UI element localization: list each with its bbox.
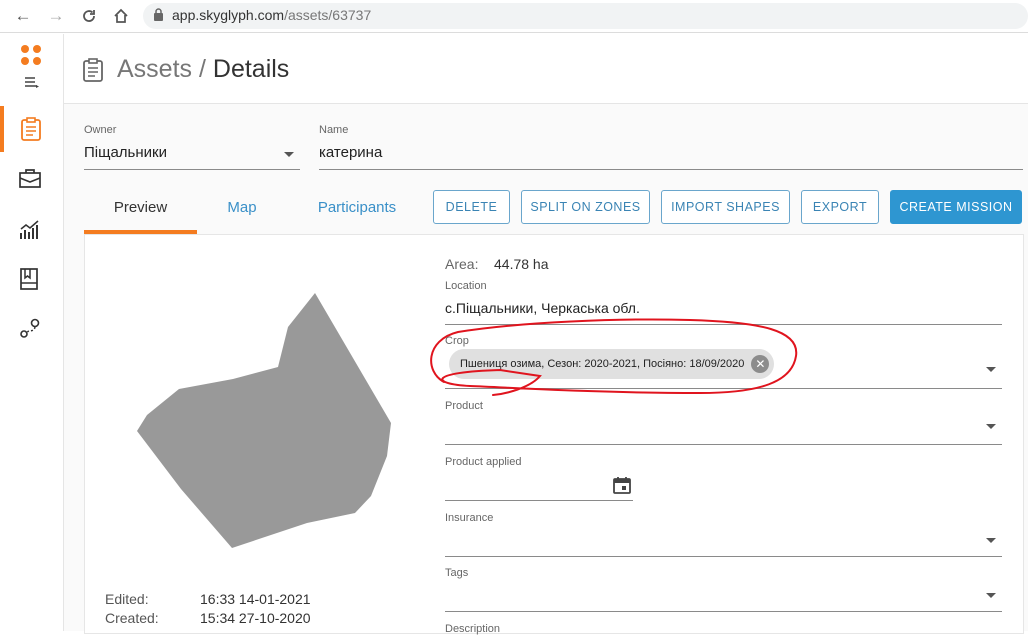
remove-chip-icon[interactable]: ✕ [751, 355, 770, 373]
crop-label: Crop [445, 335, 469, 347]
owner-select[interactable]: Owner Піщальники [84, 124, 300, 170]
sidebar-item-assets[interactable] [0, 106, 64, 152]
tab-participants[interactable]: Participants [307, 190, 407, 234]
delete-button[interactable]: DELETE [433, 190, 510, 224]
insurance-dropdown-icon[interactable] [986, 538, 996, 543]
sidebar-item-analytics[interactable] [0, 206, 64, 252]
sidebar-item-missions[interactable] [0, 156, 64, 202]
product-select[interactable]: Product [445, 400, 1002, 445]
clipboard-icon [83, 58, 103, 82]
crop-chip[interactable]: Пшениця озима, Сезон: 2020-2021, Посіяно… [449, 349, 775, 379]
owner-dropdown-icon[interactable] [284, 152, 294, 157]
sidebar-item-reports[interactable] [0, 256, 64, 302]
route-icon [20, 318, 40, 338]
tags-select[interactable]: Tags [445, 567, 1002, 612]
address-bar[interactable]: app.skyglyph.com/assets/63737 [143, 3, 1028, 29]
tab-map[interactable]: Map [197, 190, 287, 234]
clipboard-icon [21, 117, 41, 141]
page-header: Assets / Details [64, 34, 1028, 104]
notebook-icon [20, 268, 38, 290]
owner-value: Піщальники [84, 144, 167, 161]
analytics-icon [20, 220, 39, 239]
back-arrow-icon[interactable]: ← [12, 5, 34, 27]
product-applied-field[interactable]: Product applied [445, 456, 633, 501]
sidebar-item-routes[interactable] [0, 306, 64, 352]
edited-label: Edited: [105, 591, 149, 607]
area-label: Area: [445, 256, 479, 272]
breadcrumb-assets[interactable]: Assets [117, 55, 192, 83]
name-field[interactable]: Name катерина [319, 124, 1023, 170]
insurance-select[interactable]: Insurance [445, 512, 1002, 557]
product-label: Product [445, 400, 483, 412]
location-label: Location [445, 280, 487, 292]
app-logo-icon[interactable] [21, 45, 45, 69]
description-label: Description [445, 623, 501, 635]
description-field[interactable]: Description [445, 623, 1002, 643]
calendar-icon[interactable] [613, 476, 631, 494]
breadcrumb: Assets / Details [117, 55, 289, 84]
reload-icon[interactable] [78, 5, 100, 27]
breadcrumb-separator: / [198, 55, 206, 83]
field-shape-preview [137, 293, 391, 548]
url-text: app.skyglyph.com/assets/63737 [172, 7, 371, 23]
url-path: /assets/63737 [284, 7, 372, 23]
browser-toolbar: ← → app.skyglyph.com/assets/63737 [0, 0, 1028, 33]
crop-dropdown-icon[interactable] [986, 367, 996, 372]
product-dropdown-icon[interactable] [986, 424, 996, 429]
tags-label: Tags [445, 567, 469, 579]
home-icon[interactable] [110, 5, 132, 27]
split-on-zones-button[interactable]: SPLIT ON ZONES [521, 190, 650, 224]
product-applied-label: Product applied [445, 456, 522, 468]
edited-value: 16:33 14-01-2021 [200, 591, 311, 607]
crop-select[interactable]: Crop Пшениця озима, Сезон: 2020-2021, По… [445, 335, 1002, 389]
location-value: с.Піщальники, Черкаська обл. [445, 300, 640, 316]
owner-label: Owner [84, 124, 117, 136]
tab-preview[interactable]: Preview [84, 190, 197, 234]
asset-details: Owner Піщальники Name катерина Preview M… [64, 104, 1028, 635]
insurance-label: Insurance [445, 512, 494, 524]
briefcase-icon [19, 169, 41, 188]
created-label: Created: [105, 610, 159, 626]
url-host: app.skyglyph.com [172, 7, 285, 23]
tags-dropdown-icon[interactable] [986, 593, 996, 598]
create-mission-button[interactable]: CREATE MISSION [890, 190, 1022, 224]
lock-icon [154, 8, 163, 21]
name-value: катерина [319, 144, 383, 161]
sidebar [0, 34, 64, 631]
location-field[interactable]: Location с.Піщальники, Черкаська обл. [445, 280, 1002, 325]
preview-panel: Edited: 16:33 14-01-2021 Created: 15:34 … [84, 234, 1024, 635]
forward-arrow-icon[interactable]: → [45, 5, 67, 27]
menu-toggle-icon[interactable] [24, 76, 40, 90]
area-value: 44.78 ha [494, 256, 549, 272]
breadcrumb-current: Details [212, 55, 290, 83]
name-label: Name [319, 124, 349, 136]
created-value: 15:34 27-10-2020 [200, 610, 311, 626]
export-button[interactable]: EXPORT [801, 190, 879, 224]
crop-chip-text: Пшениця озима, Сезон: 2020-2021, Посіяно… [460, 358, 745, 370]
import-shapes-button[interactable]: IMPORT SHAPES [661, 190, 790, 224]
